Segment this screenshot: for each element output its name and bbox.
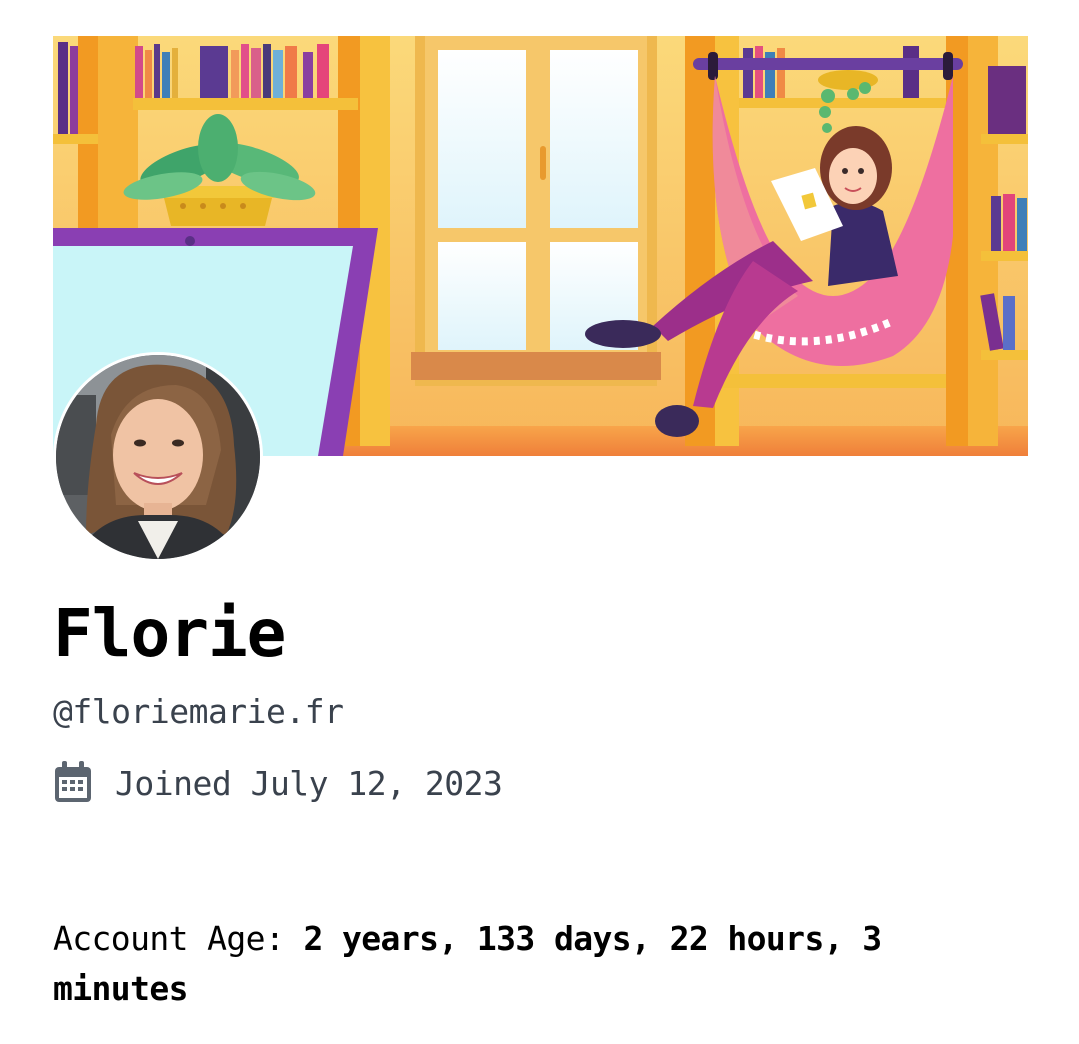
display-name: Florie: [53, 595, 286, 672]
account-age: Account Age: 2 years, 133 days, 22 hours…: [53, 914, 993, 1014]
joined-date-row: Joined July 12, 2023: [53, 760, 503, 808]
account-age-label: Account Age:: [53, 919, 304, 958]
calendar-icon: [53, 760, 93, 808]
user-handle[interactable]: @floriemarie.fr: [53, 690, 344, 734]
joined-date: Joined July 12, 2023: [115, 764, 503, 803]
avatar-photo: [56, 355, 260, 559]
profile-avatar[interactable]: [53, 352, 263, 562]
